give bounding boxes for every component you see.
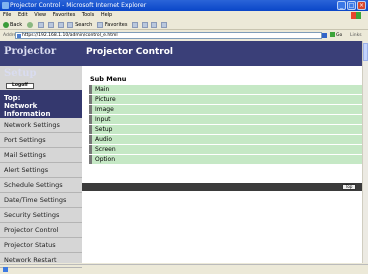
address-dropdown-icon[interactable] — [322, 33, 327, 38]
menu-help[interactable]: Help — [101, 12, 112, 18]
main-panel: Projector Control Sub Menu Main Picture … — [82, 41, 368, 263]
sidebar-item-date-time-settings[interactable]: Date/Time Settings — [0, 193, 82, 208]
menu-file[interactable]: File — [3, 12, 11, 18]
address-input[interactable]: https://192.168.1.10/admin/control_e.htm… — [15, 32, 322, 39]
back-label: Back — [10, 22, 23, 28]
menu-bar: File Edit View Favorites Tools Help — [0, 11, 368, 20]
history-icon[interactable] — [132, 21, 139, 28]
menu-tools[interactable]: Tools — [82, 12, 94, 18]
stop-icon[interactable] — [38, 21, 45, 28]
menu-favorites[interactable]: Favorites — [53, 12, 76, 18]
links-button[interactable]: Links — [350, 31, 362, 40]
mail-icon[interactable] — [141, 21, 148, 28]
minimize-icon[interactable]: _ — [337, 1, 346, 10]
submenu-item-screen[interactable]: Screen — [89, 145, 365, 154]
menu-view[interactable]: View — [34, 12, 46, 18]
submenu-item-option[interactable]: Option — [89, 155, 365, 164]
submenu-item-audio[interactable]: Audio — [89, 135, 365, 144]
submenu-item-input[interactable]: Input — [89, 115, 365, 124]
sidebar-item-projector-status[interactable]: Projector Status — [0, 238, 82, 253]
scrollbar-thumb[interactable] — [363, 43, 368, 61]
submenu-list: Main Picture Image Input Setup Audio Scr… — [89, 85, 365, 165]
page-content: Projector Setup Logoff Top: Network Info… — [0, 41, 368, 268]
go-arrow-icon — [330, 32, 335, 37]
bottom-bar: Top — [82, 183, 368, 191]
nav-header-line2: Network — [4, 102, 38, 110]
close-icon[interactable]: × — [357, 1, 366, 10]
nav-header-line1: Top: — [4, 94, 21, 102]
home-icon[interactable] — [57, 21, 64, 28]
go-label: Go — [336, 33, 343, 38]
forward-arrow-icon — [26, 21, 33, 28]
submenu-item-setup[interactable]: Setup — [89, 125, 365, 134]
address-bar: Address https://192.168.1.10/admin/contr… — [0, 31, 368, 40]
page-title: Projector Control — [82, 41, 368, 66]
search-icon — [67, 21, 74, 28]
windows-logo-icon — [351, 12, 361, 19]
sidebar-item-alert-settings[interactable]: Alert Settings — [0, 163, 82, 178]
refresh-icon[interactable] — [47, 21, 54, 28]
edit-icon[interactable] — [160, 21, 167, 28]
submenu-item-picture[interactable]: Picture — [89, 95, 365, 104]
back-button[interactable]: Back — [3, 20, 22, 30]
menu-edit[interactable]: Edit — [18, 12, 28, 18]
maximize-icon[interactable]: □ — [347, 1, 356, 10]
toolbar: Back Search Favorites — [0, 20, 368, 30]
back-arrow-icon — [3, 21, 9, 28]
address-url: https://192.168.1.10/admin/control_e.htm… — [22, 33, 118, 38]
submenu-item-main[interactable]: Main — [89, 85, 365, 94]
ie-icon — [2, 2, 9, 9]
page-status-icon — [3, 267, 8, 272]
vertical-scrollbar[interactable] — [362, 41, 368, 263]
submenu-item-image[interactable]: Image — [89, 105, 365, 114]
sidebar-item-projector-control[interactable]: Projector Control — [0, 223, 82, 238]
sidebar: Projector Setup Logoff Top: Network Info… — [0, 41, 82, 268]
sidebar-item-security-settings[interactable]: Security Settings — [0, 208, 82, 223]
logoff-area: Logoff — [0, 66, 82, 90]
sidebar-item-mail-settings[interactable]: Mail Settings — [0, 148, 82, 163]
favorites-label: Favorites — [104, 22, 128, 28]
sidebar-item-top-network-information[interactable]: Top: Network Information — [0, 90, 82, 118]
go-button[interactable]: Go — [330, 31, 346, 40]
sidebar-item-port-settings[interactable]: Port Settings — [0, 133, 82, 148]
page-icon — [17, 34, 21, 38]
window-title-bar: Projector Control - Microsoft Internet E… — [0, 0, 368, 11]
nav-header-line3: Information — [4, 110, 51, 118]
logoff-button[interactable]: Logoff — [6, 83, 34, 89]
brand-title: Projector Setup — [0, 41, 82, 79]
favorites-button[interactable]: Favorites — [96, 20, 128, 30]
print-icon[interactable] — [151, 21, 158, 28]
search-button[interactable]: Search — [67, 20, 92, 30]
window-title: Projector Control - Microsoft Internet E… — [10, 2, 147, 9]
submenu-title: Sub Menu — [90, 75, 127, 83]
sidebar-item-network-settings[interactable]: Network Settings — [0, 118, 82, 133]
search-label: Search — [75, 22, 93, 28]
top-button[interactable]: Top — [342, 184, 356, 190]
star-icon — [96, 21, 103, 28]
sidebar-item-schedule-settings[interactable]: Schedule Settings — [0, 178, 82, 193]
status-bar — [0, 264, 368, 274]
forward-button[interactable] — [26, 20, 34, 30]
